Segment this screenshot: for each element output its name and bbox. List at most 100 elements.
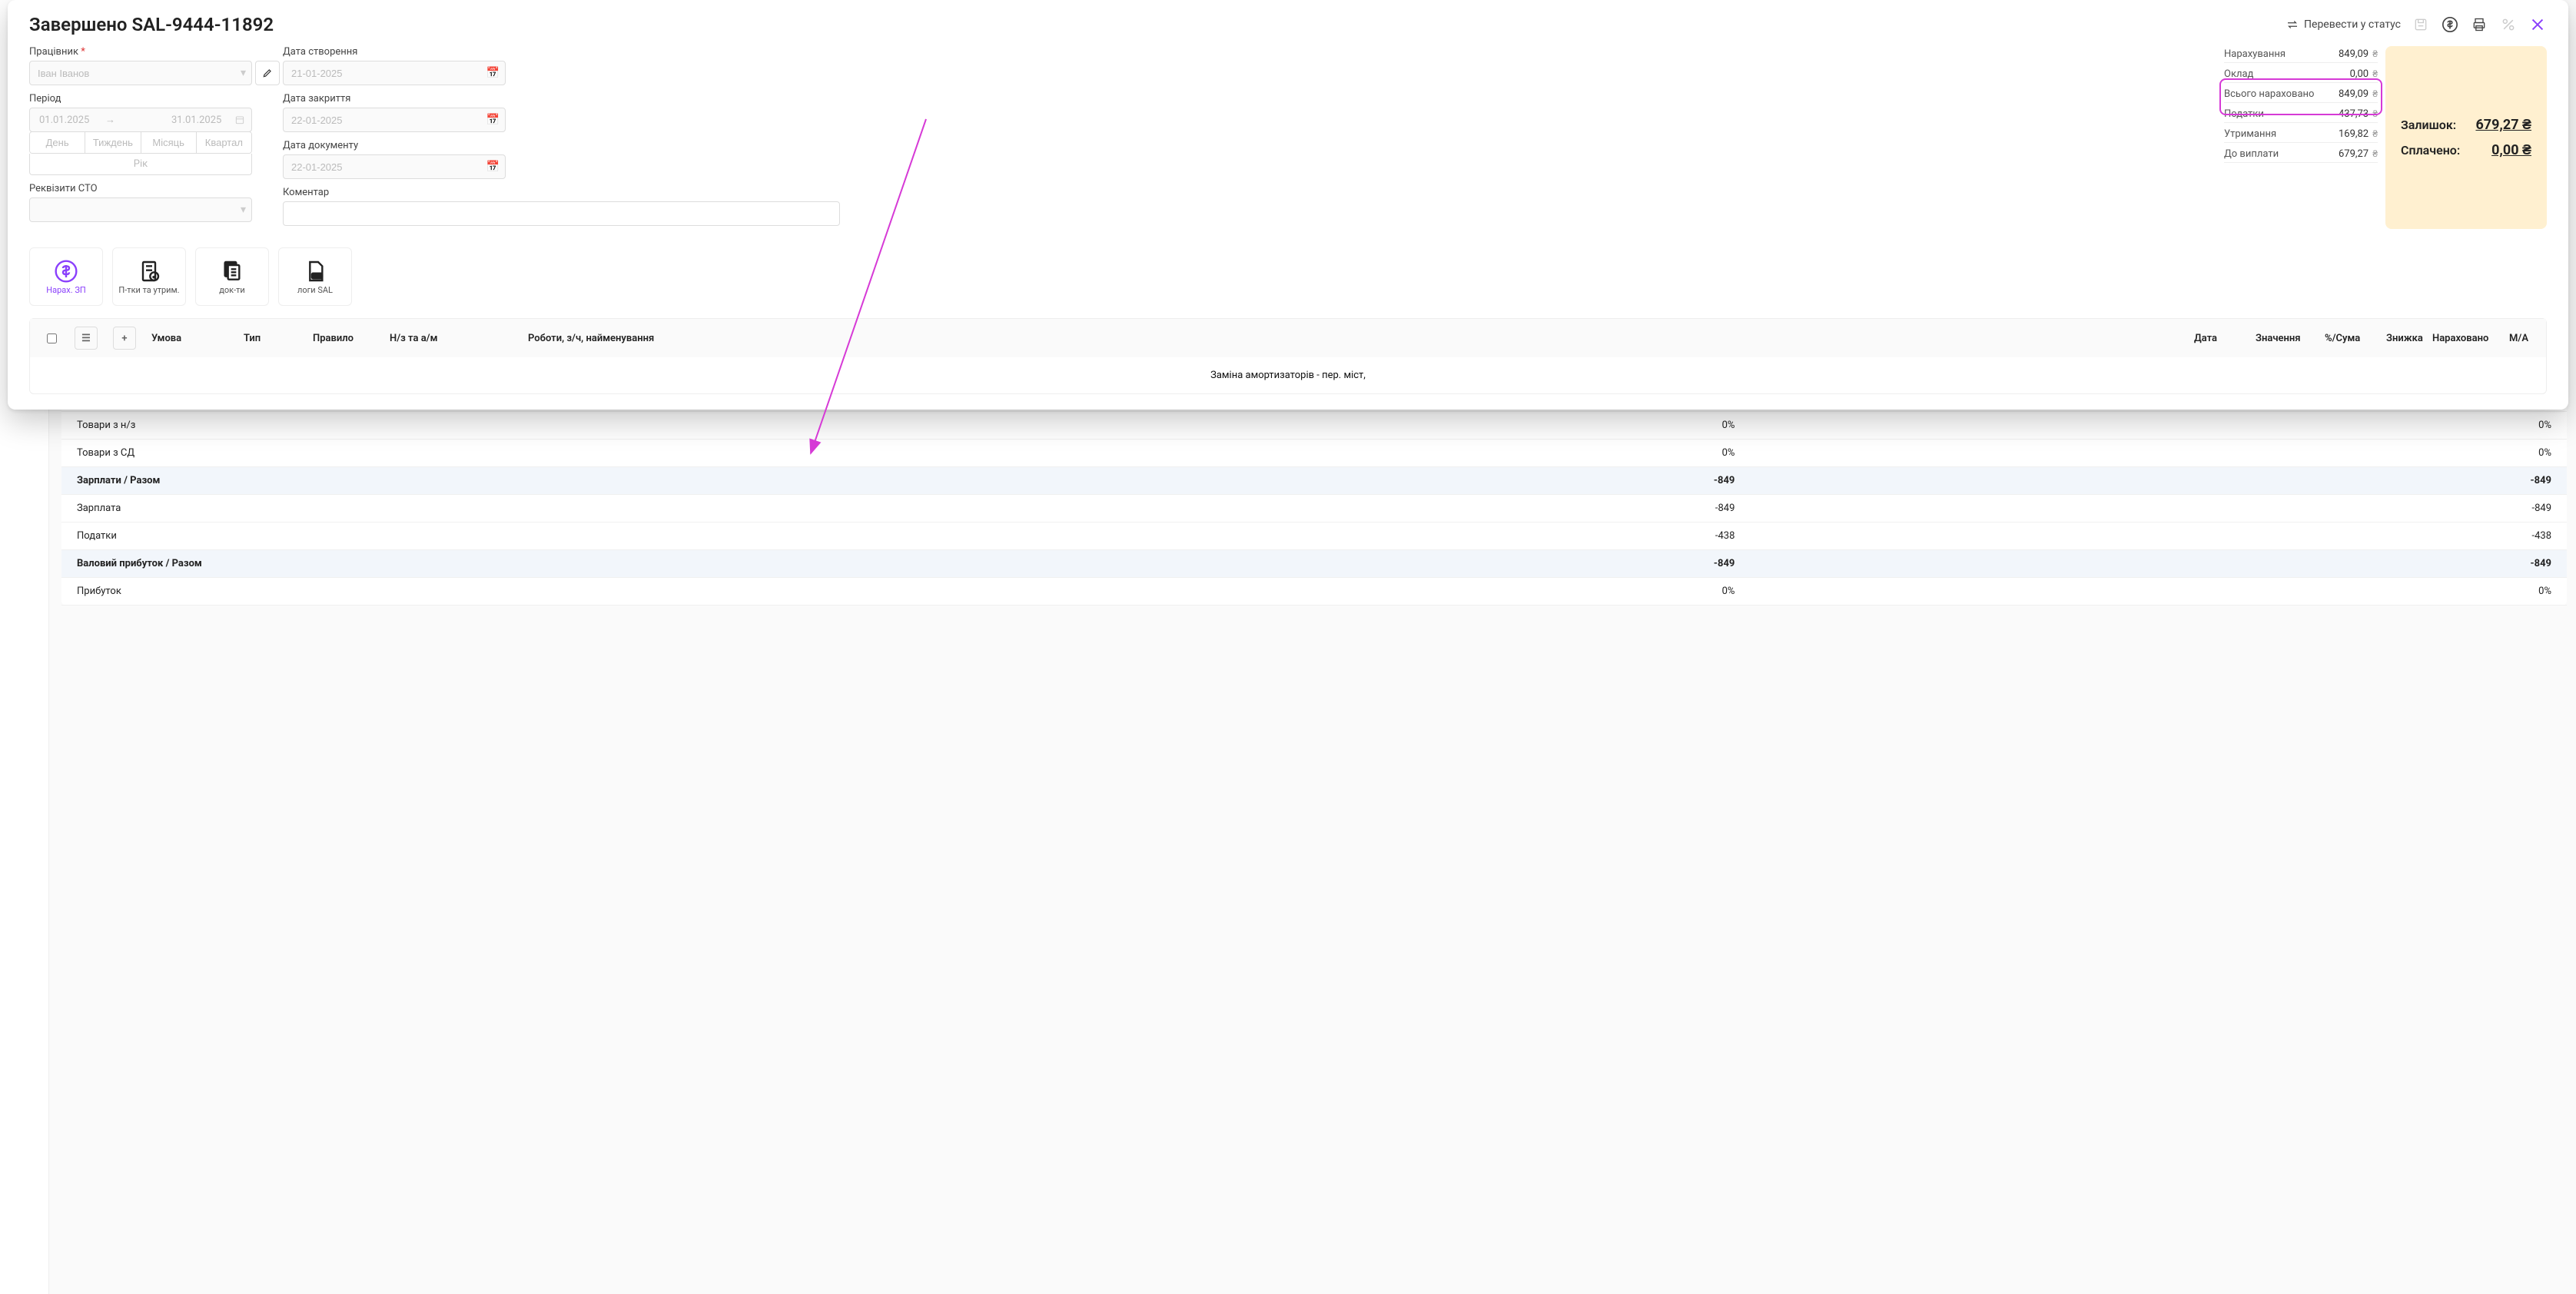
calendar-icon: 📅 — [486, 161, 500, 173]
report-value-1: 0% — [943, 586, 1734, 597]
report-value-2: 0% — [1734, 586, 2551, 597]
document-icon — [220, 259, 244, 284]
th-condition: Умова — [144, 333, 236, 344]
select-all-checkbox[interactable] — [47, 333, 57, 343]
th-works: Роботи, з/ч, найменування — [520, 333, 2186, 344]
status-transfer-label: Перевести у статус — [2304, 18, 2401, 31]
arrow-right-icon: → — [102, 114, 168, 126]
report-label: Товари з СД — [77, 447, 943, 459]
report-value-2: -849 — [1734, 475, 2551, 486]
summary-label: Нарахування — [2224, 48, 2286, 60]
period-day-button[interactable]: День — [30, 132, 85, 153]
edit-employee-button[interactable] — [255, 61, 280, 85]
report-value-1: -438 — [943, 530, 1734, 542]
th-type: Тип — [236, 333, 305, 344]
employee-label: Працівник * — [29, 46, 252, 58]
report-value-2: 0% — [1734, 420, 2551, 431]
report-label: Прибуток — [77, 586, 943, 597]
period-range[interactable]: 01.01.2025 → 31.01.2025 — [29, 108, 252, 132]
print-icon-button[interactable] — [2470, 15, 2488, 34]
tab-logs[interactable]: LOG логи SAL — [278, 247, 352, 306]
summary-row: Утримання169,82 ₴ — [2224, 126, 2378, 143]
closed-date-input[interactable] — [283, 108, 506, 132]
period-quarter-button[interactable]: Квартал — [197, 132, 251, 153]
th-rule: Правило — [305, 333, 382, 344]
report-value-2: 0% — [1734, 447, 2551, 459]
tab-label: логи SAL — [297, 285, 333, 295]
report-row: Зарплата-849-849 — [61, 495, 2567, 523]
report-value-1: -849 — [943, 558, 1734, 569]
th-ma: М/А — [2501, 333, 2540, 344]
employee-select[interactable] — [29, 61, 252, 85]
th-value: Значення — [2248, 333, 2317, 344]
paid-value[interactable]: 0,00 ₴ — [2491, 142, 2531, 158]
th-accrued: Нараховано — [2425, 333, 2501, 344]
period-month-button[interactable]: Місяць — [141, 132, 197, 153]
summary-label: До виплати — [2224, 148, 2279, 160]
status-transfer-button[interactable]: Перевести у статус — [2286, 18, 2401, 32]
save-icon-button[interactable] — [2412, 15, 2430, 34]
report-row: Прибуток0%0% — [61, 578, 2567, 606]
calendar-icon: 📅 — [486, 67, 500, 79]
close-icon-button[interactable] — [2528, 15, 2547, 34]
calendar-icon — [234, 114, 245, 125]
created-date-input[interactable] — [283, 61, 506, 85]
summary-value: 849,09 ₴ — [2339, 48, 2378, 60]
summary-label: Утримання — [2224, 128, 2276, 140]
requisites-select[interactable] — [29, 197, 252, 222]
summary-row: До виплати679,27 ₴ — [2224, 146, 2378, 163]
report-label: Податки — [77, 530, 943, 542]
table-menu-button[interactable]: ☰ — [75, 327, 98, 350]
report-row: Товари з СД0%0% — [61, 440, 2567, 467]
summary-highlight-annotation — [2219, 78, 2382, 115]
report-value-1: 0% — [943, 420, 1734, 431]
comment-label: Коментар — [283, 187, 506, 198]
report-label: Зарплати / Разом — [77, 475, 943, 486]
accruals-table: ☰ + Умова Тип Правило Н/з та а/м Роботи,… — [29, 318, 2547, 394]
calendar-icon: 📅 — [486, 114, 500, 126]
salary-document-modal: Завершено SAL-9444-11892 Перевести у ста… — [8, 0, 2568, 410]
report-value-1: -849 — [943, 503, 1734, 514]
report-row: Валовий прибуток / Разом-849-849 — [61, 550, 2567, 578]
doc-date-input[interactable] — [283, 154, 506, 179]
tab-documents[interactable]: док-ти — [195, 247, 269, 306]
summary-row: Нарахування 849,09 ₴ — [2224, 46, 2378, 63]
percent-icon-button[interactable] — [2499, 15, 2518, 34]
table-row[interactable]: Заміна амортизаторів - пер. міст, — [30, 357, 2546, 393]
period-from: 01.01.2025 — [36, 114, 102, 126]
tab-label: П-тки та утрим. — [118, 285, 179, 295]
transfer-icon — [2286, 18, 2299, 32]
summary-block: Нарахування849,09 ₴Оклад0,00 ₴Всього нар… — [2224, 46, 2378, 229]
tab-label: Нарах. ЗП — [46, 285, 85, 295]
table-header: ☰ + Умова Тип Правило Н/з та а/м Роботи,… — [30, 319, 2546, 357]
period-week-button[interactable]: Тиждень — [85, 132, 141, 153]
tab-label: док-ти — [219, 285, 245, 295]
modal-actions: Перевести у статус — [2286, 15, 2547, 34]
balance-box: Залишок: 679,27 ₴ Сплачено: 0,00 ₴ — [2385, 46, 2547, 229]
requisites-label: Реквізити СТО — [29, 183, 252, 194]
th-nz: Н/з та а/м — [382, 333, 520, 344]
remainder-label: Залишок: — [2401, 118, 2456, 132]
paid-label: Сплачено: — [2401, 143, 2460, 158]
tabs-row: Нарах. ЗП П-тки та утрим. док-ти LOG лог… — [29, 247, 2547, 306]
dollar-icon-button[interactable] — [2441, 15, 2459, 34]
report-value-1: 0% — [943, 447, 1734, 459]
created-label: Дата створення — [283, 46, 506, 58]
report-label: Товари з н/з — [77, 420, 943, 431]
period-label: Період — [29, 93, 252, 105]
report-value-2: -438 — [1734, 530, 2551, 542]
table-add-button[interactable]: + — [113, 327, 136, 350]
period-to: 31.01.2025 — [168, 114, 234, 126]
doc-date-label: Дата документу — [283, 140, 506, 151]
period-year-button[interactable]: Рік — [29, 154, 252, 175]
tax-doc-icon — [137, 259, 161, 284]
log-icon: LOG — [303, 259, 327, 284]
remainder-value[interactable]: 679,27 ₴ — [2475, 117, 2531, 133]
tab-taxes[interactable]: П-тки та утрим. — [112, 247, 186, 306]
th-date: Дата — [2186, 333, 2248, 344]
report-row: Товари з н/з0%0% — [61, 412, 2567, 440]
tab-accruals[interactable]: Нарах. ЗП — [29, 247, 103, 306]
svg-text:LOG: LOG — [314, 274, 321, 279]
closed-label: Дата закриття — [283, 93, 506, 105]
report-label: Валовий прибуток / Разом — [77, 558, 943, 569]
